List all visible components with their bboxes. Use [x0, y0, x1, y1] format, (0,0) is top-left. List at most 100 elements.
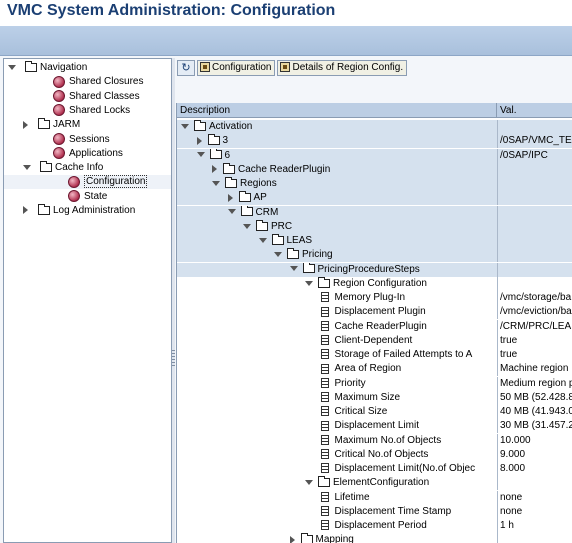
nav-item[interactable]: Cache Info [4, 160, 171, 175]
expand-down-icon[interactable] [289, 266, 298, 272]
nav-item[interactable]: Shared Closures [4, 75, 171, 89]
table-row[interactable]: 3/0SAP/VMC_TE [177, 134, 572, 149]
table-row[interactable]: Regions [177, 177, 572, 191]
folder-icon [240, 205, 253, 217]
row-description-label: Mapping [315, 534, 354, 543]
table-row[interactable]: Critical Size 40 MB (41.943.0 [177, 405, 572, 419]
table-row[interactable]: CRM [177, 205, 572, 220]
nav-item[interactable]: Navigation [4, 60, 171, 75]
splitter-handle[interactable] [172, 350, 175, 368]
table-row[interactable]: PricingProcedureSteps [177, 262, 572, 277]
folder-icon [300, 533, 313, 543]
row-description-cell: Maximum No.of Objects [320, 434, 496, 448]
configuration-button[interactable]: Configuration [197, 60, 276, 76]
nav-item[interactable]: Applications [4, 147, 171, 161]
table-row[interactable]: Maximum No.of Objects 10.000 [177, 433, 572, 448]
table-row[interactable]: Maximum Size 50 MB (52.428.8 [177, 390, 572, 405]
table-row[interactable]: LEAS [177, 234, 572, 248]
page-title: VMC System Administration: Configuration [7, 2, 336, 19]
expand-right-icon[interactable] [227, 193, 233, 202]
folder-icon [302, 262, 315, 274]
row-description-cell: 6 [196, 148, 496, 163]
table-row[interactable]: AP [177, 191, 572, 206]
table-row[interactable]: Cache ReaderPlugin/CRM/PRC/LEA [177, 319, 572, 334]
expand-down-icon[interactable] [305, 480, 313, 486]
row-description-label: Area of Region [334, 363, 402, 375]
nav-item[interactable]: Configuration [4, 175, 171, 190]
expand-right-icon[interactable] [23, 120, 28, 129]
row-value-cell [497, 533, 572, 543]
table-row[interactable]: Client-Dependent true [177, 333, 572, 348]
expand-down-icon[interactable] [23, 164, 31, 170]
row-value-cell [497, 234, 572, 248]
row-description-cell: Maximum Size [320, 391, 496, 405]
folder-icon [40, 160, 52, 172]
row-description-cell: AP [227, 191, 496, 205]
expand-right-icon[interactable] [196, 136, 202, 145]
table-row[interactable]: Displacement Time Stamp none [177, 504, 572, 519]
row-description-cell: PRC [243, 219, 495, 234]
nav-item[interactable]: Log Administration [4, 203, 171, 218]
document-icon [320, 392, 329, 403]
column-header-description[interactable]: Description [177, 103, 497, 118]
expand-down-icon[interactable] [181, 123, 189, 129]
expand-down-icon[interactable] [8, 64, 16, 70]
row-description-label: Critical Size [334, 406, 388, 417]
table-row[interactable]: Displacement Period 1 h [177, 519, 572, 533]
row-description-cell: CRM [227, 205, 496, 220]
row-description-cell: Displacement Limit [320, 419, 496, 433]
row-description-cell: Area of Region [320, 362, 496, 376]
table-row[interactable]: 6/0SAP/IPC [177, 148, 572, 163]
refresh-button[interactable]: ↻ [177, 60, 195, 76]
table-row[interactable]: Lifetime none [177, 490, 572, 505]
row-description-label: Priority [334, 377, 366, 389]
row-value-cell: /0SAP/VMC_TE [497, 134, 572, 149]
row-description-label: Displacement Time Stamp [334, 505, 452, 517]
row-value-cell [497, 219, 572, 234]
nav-item[interactable]: Shared Locks [4, 104, 171, 118]
document-icon [320, 491, 329, 502]
table-row[interactable]: Displacement Plugin/vmc/eviction/ba [177, 305, 572, 320]
nav-item[interactable]: JARM [4, 118, 171, 132]
expand-down-icon[interactable] [196, 152, 205, 158]
expand-right-icon[interactable] [23, 206, 28, 215]
row-description-label: Maximum Size [334, 391, 401, 403]
table-row[interactable]: Pricing [177, 248, 572, 263]
nav-item[interactable]: State [4, 190, 171, 204]
table-row[interactable]: Region Configuration [177, 276, 572, 291]
nav-item[interactable]: Shared Classes [4, 89, 171, 104]
row-value-cell: /0SAP/IPC [497, 148, 572, 163]
expand-right-icon[interactable] [289, 535, 295, 543]
table-row[interactable]: Priority Medium region p [177, 376, 572, 391]
folder-icon [256, 219, 268, 231]
table-row[interactable]: Displacement Limit 30 MB (31.457.2 [177, 419, 572, 434]
column-header-value[interactable]: Val. [497, 103, 572, 118]
table-row[interactable]: Mapping [177, 533, 572, 543]
expand-down-icon[interactable] [212, 180, 220, 186]
table-row[interactable]: Displacement Limit(No.of Objec 8.000 [177, 462, 572, 476]
table-row[interactable]: Area of Region Machine region [177, 362, 572, 377]
application-toolbar [0, 26, 572, 56]
row-description-label: Maximum No.of Objects [334, 434, 442, 446]
expand-down-icon[interactable] [227, 209, 236, 215]
table-row[interactable]: Critical No.of Objects 9.000 [177, 447, 572, 462]
expand-down-icon[interactable] [274, 252, 282, 258]
table-row[interactable]: Memory Plug-In/vmc/storage/ba [177, 291, 572, 305]
expand-right-icon[interactable] [212, 165, 217, 174]
table-row[interactable]: PRC [177, 219, 572, 234]
row-description-label: Displacement Limit(No.of Objec [334, 463, 476, 474]
nav-item[interactable]: Sessions [4, 132, 171, 147]
expand-down-icon[interactable] [258, 237, 267, 243]
row-description-cell: Displacement Period [320, 519, 496, 533]
details-region-config-button[interactable]: Details of Region Config. [277, 60, 408, 76]
expand-down-icon[interactable] [305, 280, 313, 286]
table-row[interactable]: ElementConfiguration [177, 476, 572, 491]
row-value-cell [497, 205, 572, 220]
table-row[interactable]: Activation [177, 120, 572, 134]
table-row[interactable]: Cache ReaderPlugin [177, 162, 572, 177]
table-row[interactable]: Storage of Failed Attempts to A true [177, 348, 572, 362]
pane-splitter[interactable] [172, 58, 175, 543]
row-description-label: Cache ReaderPlugin [238, 163, 331, 175]
refresh-icon: ↻ [181, 62, 191, 74]
expand-down-icon[interactable] [243, 223, 251, 229]
